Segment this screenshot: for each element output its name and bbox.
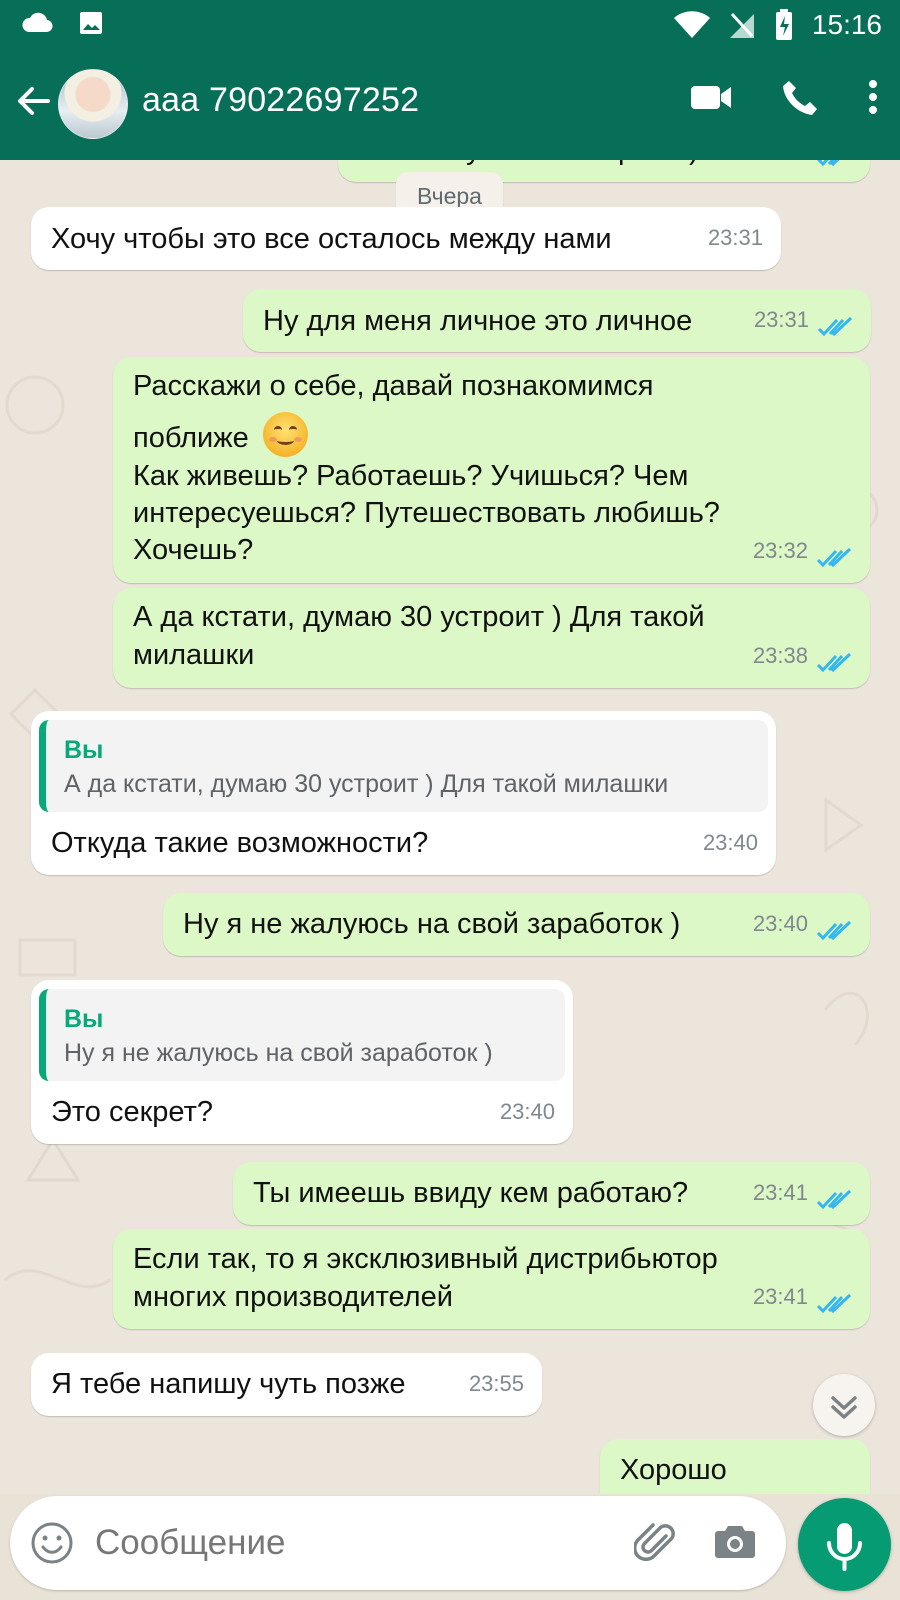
outgoing-message[interactable]: Ты имеешь ввиду кем работаю? 23:41 [233, 1162, 870, 1225]
message-text: Ну для меня личное это личное [263, 305, 693, 337]
outgoing-message[interactable]: Ну для меня личное это личное 23:31 [243, 289, 871, 352]
quoted-text: Ну я не жалуюсь на свой заработок ) [64, 1039, 493, 1067]
message-time: 23:38 [752, 643, 808, 668]
outgoing-message[interactable]: А да кстати, думаю 30 устроит ) Для тако… [113, 588, 870, 688]
message-line: Хочешь? [133, 534, 254, 566]
attach-icon[interactable] [634, 1522, 678, 1566]
quoted-author: Вы [64, 1005, 104, 1033]
back-arrow-icon[interactable] [14, 82, 52, 120]
scroll-to-bottom-button[interactable] [813, 1374, 875, 1436]
voice-message-button[interactable] [798, 1498, 891, 1591]
camera-icon[interactable] [714, 1521, 756, 1561]
double-check-icon [816, 160, 840, 167]
partial-outgoing-message[interactable]: Хорошо [600, 1439, 870, 1494]
more-vertical-icon[interactable] [868, 79, 878, 115]
message-text: Ну я не жалуюсь на свой заработок ) [183, 908, 681, 940]
message-time: 23:40 [702, 830, 758, 855]
chat-header: aaa 79022697252 [0, 50, 900, 160]
smiling-face-emoji-icon [262, 412, 308, 457]
double-check-icon [817, 317, 853, 337]
message-line: многих производителей [133, 1281, 453, 1313]
status-notifications [20, 10, 104, 36]
message-time: 23:31 [753, 307, 809, 332]
incoming-message[interactable]: Хочу чтобы это все осталось между нами 2… [31, 207, 781, 270]
quoted-message[interactable]: Вы Ну я не жалуюсь на свой заработок ) [39, 989, 565, 1081]
header-actions [690, 78, 878, 116]
outgoing-message[interactable]: Ну я не жалуюсь на свой заработок ) 23:4… [163, 893, 870, 956]
message-line-with-emoji: поближе [133, 412, 308, 457]
double-check-icon [816, 1190, 852, 1210]
message-line: Расскажи о себе, давай познакомимся [133, 370, 654, 402]
no-signal-icon [729, 12, 754, 38]
status-time: 15:16 [811, 9, 882, 40]
message-time: 23:32 [752, 538, 808, 563]
double-check-icon [816, 1294, 852, 1314]
microphone-icon [827, 1523, 862, 1571]
message-line: Как живешь? Работаешь? Учишься? Чем [133, 460, 689, 492]
message-line: поближе [133, 422, 249, 454]
incoming-reply-message[interactable]: Вы Ну я не жалуюсь на свой заработок ) Э… [31, 980, 573, 1144]
contact-avatar[interactable] [58, 69, 128, 139]
status-system: 15:16 [673, 8, 882, 42]
battery-charging-icon [775, 9, 792, 40]
message-text: Хорошо [620, 1454, 727, 1486]
message-time: 23:31 [707, 225, 763, 250]
message-text: Откуда такие возможности? [51, 827, 429, 859]
message-time: 23:41 [752, 1284, 808, 1309]
double-check-icon [816, 548, 852, 568]
message-text: Это секрет? [51, 1096, 214, 1128]
quoted-text: А да кстати, думаю 30 устроит ) Для тако… [64, 770, 669, 798]
message-composer[interactable] [10, 1496, 786, 1590]
message-text: А почему такой вопрос? ) [356, 160, 699, 169]
message-time: 23:40 [752, 911, 808, 936]
message-text: Хочу чтобы это все осталось между нами [51, 223, 612, 255]
status-bar: 15:16 [0, 0, 900, 50]
chevrons-down-icon [831, 1396, 857, 1419]
emoji-icon[interactable] [30, 1521, 74, 1565]
message-input[interactable] [95, 1512, 595, 1574]
cloud-icon [22, 12, 53, 33]
message-time: 23:40 [499, 1099, 555, 1124]
message-time: 23:28 [753, 160, 808, 169]
outgoing-message[interactable]: Расскажи о себе, давай познакомимся побл… [113, 357, 870, 583]
double-check-icon [816, 653, 852, 673]
message-line: Если так, то я эксклюзивный дистрибьютор [133, 1243, 718, 1275]
message-line: милашки [133, 639, 255, 671]
phone-icon[interactable] [781, 78, 819, 116]
incoming-reply-message[interactable]: Вы А да кстати, думаю 30 устроит ) Для т… [31, 711, 776, 875]
quoted-author: Вы [64, 736, 104, 764]
message-line: А да кстати, думаю 30 устроит ) Для тако… [133, 601, 705, 633]
double-check-icon [816, 921, 852, 941]
quoted-message[interactable]: Вы А да кстати, думаю 30 устроит ) Для т… [39, 720, 768, 812]
wifi-icon [673, 11, 710, 38]
contact-name[interactable]: aaa 79022697252 [142, 81, 419, 120]
message-time: 23:41 [752, 1180, 808, 1205]
image-icon [80, 12, 102, 34]
chat-thread[interactable]: А почему такой вопрос? ) 23:28 Вчера Хоч… [0, 160, 900, 1494]
message-text: Ты имеешь ввиду кем работаю? [253, 1177, 689, 1209]
message-line: интересуешься? Путешествовать любишь? [133, 497, 720, 529]
incoming-message[interactable]: Я тебе напишу чуть позже 23:55 [31, 1353, 542, 1416]
video-call-icon[interactable] [690, 82, 732, 112]
message-text: Я тебе напишу чуть позже [51, 1368, 406, 1400]
outgoing-message[interactable]: Если так, то я эксклюзивный дистрибьютор… [113, 1229, 870, 1329]
message-time: 23:55 [468, 1371, 524, 1396]
